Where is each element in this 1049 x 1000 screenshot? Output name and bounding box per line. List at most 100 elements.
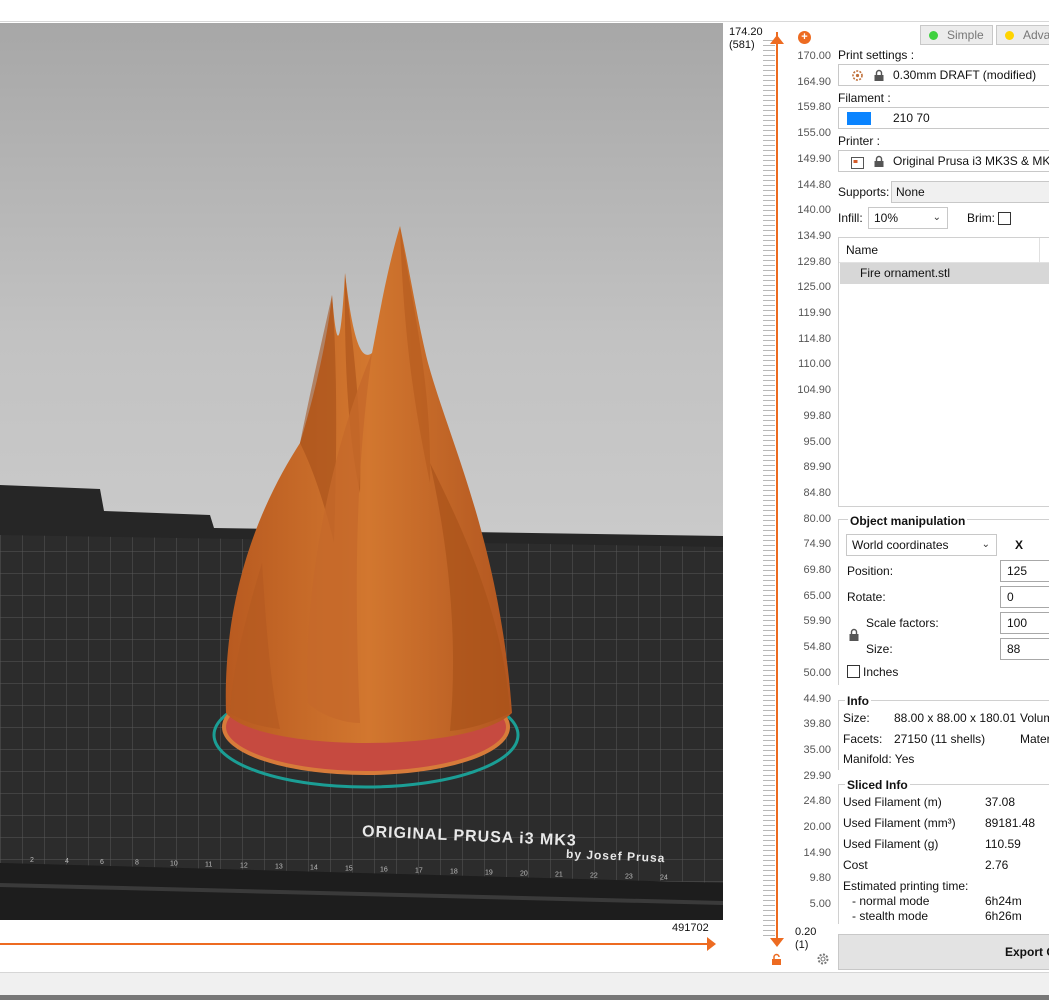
info-size-label: Size:: [843, 711, 870, 725]
position-label: Position:: [847, 564, 894, 578]
layer-height-label: 99.80: [803, 409, 831, 422]
gear-icon[interactable]: [816, 952, 830, 966]
brim-checkbox[interactable]: [998, 212, 1011, 225]
layer-slider-top-thumb[interactable]: [770, 35, 784, 44]
layer-height-label: 69.80: [803, 564, 831, 576]
sliced-row-value: 89181.48: [985, 816, 1036, 830]
layer-height-label: 114.80: [798, 332, 831, 345]
info-title: Info: [845, 694, 871, 708]
3d-viewport[interactable]: 2 4 6 8 10 11 12 13 14 15 16 17 18 19 20 21 22 23 24 ORIGI…: [0, 23, 723, 920]
flame-model: [225, 226, 512, 743]
sliced-row-value: 2.76: [985, 858, 1009, 872]
object-list-header: Name: [839, 238, 1049, 263]
object-list[interactable]: Name Fire ornament.stl: [838, 237, 1049, 507]
layer-height-label: 35.00: [803, 743, 831, 756]
bed-ruler-number: 13: [275, 864, 283, 871]
layer-height-label: 84.80: [803, 486, 831, 499]
printer-lock-icon: [873, 154, 885, 171]
layer-height-label: 50.00: [803, 666, 831, 679]
horizontal-slider-track[interactable]: [0, 943, 710, 945]
info-facets-value: 27150 (11 shells): [894, 732, 986, 746]
info-material-label: Mater: [1020, 732, 1049, 746]
bed-ruler-number: 12: [240, 863, 248, 870]
layer-height-label: 14.90: [803, 846, 831, 859]
layer-slider-bottom-thumb[interactable]: [770, 938, 784, 947]
layer-height-label: 44.90: [803, 692, 831, 705]
mode-simple-button[interactable]: Simple: [920, 25, 993, 45]
supports-combo[interactable]: None: [891, 181, 1049, 203]
layer-height-label: 134.90: [797, 229, 831, 242]
coordinate-system-combo[interactable]: World coordinates ⌄: [846, 534, 997, 556]
mode-simple-label: Simple: [947, 28, 984, 42]
info-size-value: 88.00 x 88.00 x 180.01: [894, 711, 1017, 725]
info-volume-label: Volum: [1020, 711, 1049, 725]
layer-height-label: 5.00: [809, 898, 831, 911]
filament-label: Filament :: [838, 91, 891, 105]
simple-dot-icon: [929, 31, 938, 40]
profile-gear-icon: [851, 68, 864, 85]
layer-slider-ticks: [763, 40, 775, 940]
infill-combo[interactable]: 10% ⌄: [868, 207, 948, 229]
layer-height-label: 74.90: [803, 538, 831, 551]
bed-ruler-number: 11: [205, 862, 212, 869]
layer-height-label: 155.00: [797, 127, 831, 140]
bed-ruler-number: 19: [485, 869, 493, 876]
layer-slider-bottom-readout: 0.20 (1): [795, 926, 816, 952]
print-settings-value: 0.30mm DRAFT (modified): [893, 68, 1037, 82]
printer-combo[interactable]: Original Prusa i3 MK3S & MK3: [838, 150, 1049, 172]
axis-x-label: X: [1015, 538, 1024, 552]
infill-value: 10%: [874, 211, 899, 225]
top-strip: [0, 0, 1049, 22]
layer-top-height: 174.20: [729, 26, 763, 38]
normal-mode-label: - normal mode: [852, 894, 930, 908]
object-manipulation-title: Object manipulation: [848, 514, 968, 528]
object-name: Fire ornament.stl: [860, 266, 951, 280]
bed-ruler-number: 16: [380, 867, 388, 874]
status-bar: [0, 972, 1049, 1000]
stealth-mode-value: 6h26m: [985, 909, 1022, 923]
rotate-x-field[interactable]: 0: [1000, 586, 1049, 608]
supports-label: Supports:: [838, 185, 890, 199]
scale-factors-label: Scale factors:: [866, 616, 939, 630]
layer-height-label: 20.00: [803, 821, 831, 833]
bed-ruler-number: 2: [30, 857, 34, 864]
bed-ruler-number: 4: [65, 858, 69, 865]
size-x-field[interactable]: 88: [1000, 638, 1049, 660]
scale-x-field[interactable]: 100: [1000, 612, 1049, 634]
bed-ruler-number: 22: [590, 872, 598, 879]
horizontal-slider-area: [0, 920, 723, 970]
sliced-row-label: Used Filament (g): [843, 837, 939, 851]
layer-height-label: 164.90: [797, 75, 831, 88]
layer-height-label: 119.90: [798, 307, 831, 319]
column-separator: [1039, 238, 1040, 263]
filament-value: 210 70: [893, 111, 930, 125]
printer-label: Printer :: [838, 134, 881, 148]
plus-icon[interactable]: +: [798, 31, 811, 44]
layer-height-label: 110.00: [798, 358, 831, 371]
layer-bottom-height: 0.20: [795, 926, 817, 938]
layer-height-label: 125.00: [797, 281, 831, 294]
lock-icon[interactable]: [770, 953, 783, 966]
print-settings-combo[interactable]: 0.30mm DRAFT (modified): [838, 64, 1049, 86]
rotate-label: Rotate:: [847, 590, 886, 604]
layer-slider-top-readout: 174.20 (581): [729, 26, 763, 52]
filament-color-swatch[interactable]: [847, 112, 871, 125]
layer-height-label: 144.80: [797, 178, 831, 191]
export-gcode-button[interactable]: Export G: [838, 934, 1049, 970]
layer-height-label: 159.80: [797, 101, 831, 114]
scale-lock-icon[interactable]: [848, 628, 860, 645]
layer-height-label: 24.80: [803, 795, 831, 808]
bed-ruler-number: 21: [555, 871, 563, 878]
mode-advanced-button[interactable]: Adva: [996, 25, 1049, 45]
layer-slider-track[interactable]: [776, 32, 778, 942]
filament-combo[interactable]: 210 70: [838, 107, 1049, 129]
inches-checkbox[interactable]: [847, 665, 860, 678]
horizontal-slider-thumb[interactable]: [707, 937, 716, 951]
object-list-item[interactable]: Fire ornament.stl: [840, 263, 1049, 284]
layer-height-label: 29.90: [803, 769, 831, 782]
prusaslicer-window: 2 4 6 8 10 11 12 13 14 15 16 17 18 19 20 21 22 23 24 ORIGI…: [0, 0, 1049, 1000]
layer-slider-labels: 170.00 164.90 159.80 155.00 149.90 144.80 140.…: [783, 50, 831, 920]
position-x-field[interactable]: 125: [1000, 560, 1049, 582]
printer-icon: [851, 155, 864, 171]
supports-value: None: [896, 185, 925, 199]
